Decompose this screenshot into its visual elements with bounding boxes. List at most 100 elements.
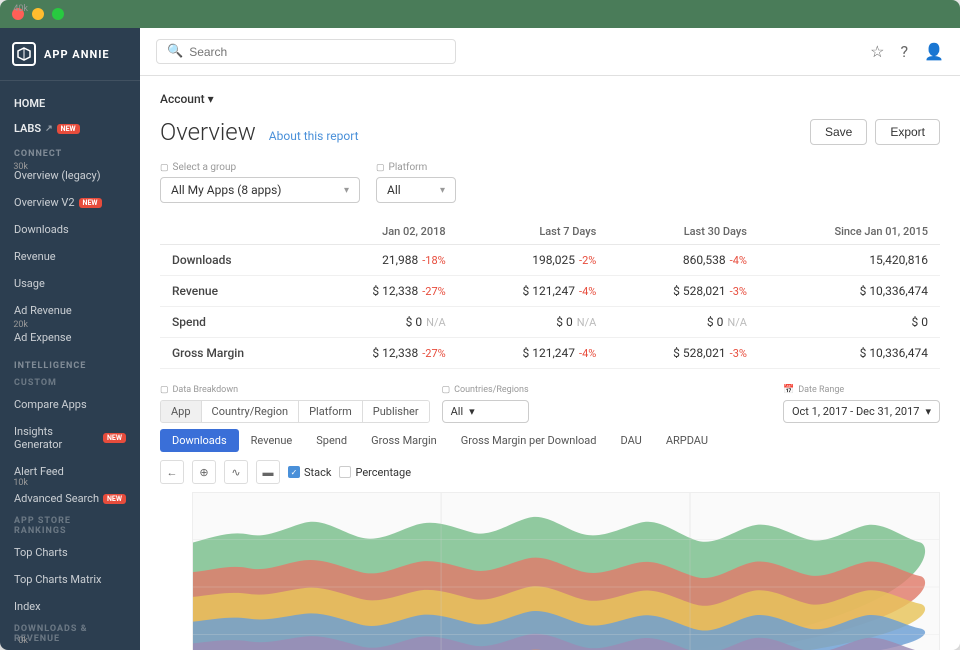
chevron-down-icon-date: ▾ <box>925 405 931 418</box>
search-input[interactable] <box>189 45 445 59</box>
chart-wrapper: 40k 30k 20k 10k 0k <box>160 492 940 650</box>
chevron-down-icon-countries: ▾ <box>469 405 475 418</box>
last30-cell: 860,538-4% <box>608 245 759 276</box>
col-header-last30: Last 30 Days <box>608 219 759 245</box>
metric-cell: Downloads <box>160 245 308 276</box>
last7-cell: $ 121,247-4% <box>458 276 609 307</box>
last30-cell: $ 0N/A <box>608 307 759 338</box>
metric-cell: Spend <box>160 307 308 338</box>
metric-tab-gross-margin[interactable]: Gross Margin <box>359 429 449 452</box>
stats-table: Jan 02, 2018 Last 7 Days Last 30 Days Si… <box>160 219 940 369</box>
star-icon[interactable]: ☆ <box>870 42 884 61</box>
help-icon[interactable]: ? <box>901 42 909 61</box>
content-area: Account ▾ Overview About this report Sav… <box>140 76 960 650</box>
header-actions: Save Export <box>810 119 940 145</box>
stack-checkbox: ✓ <box>288 466 300 478</box>
topbar-icons: ☆ ? 👤 <box>870 42 944 61</box>
group-select[interactable]: All My Apps (8 apps) ▾ <box>160 177 360 203</box>
metric-tab-arpdau[interactable]: ARPDAU <box>654 429 720 452</box>
metric-tabs: DownloadsRevenueSpendGross MarginGross M… <box>160 429 940 452</box>
percentage-checkbox <box>339 466 351 478</box>
table-row: Gross Margin $ 12,338-27% $ 121,247-4% $… <box>160 338 940 369</box>
metric-cell: Revenue <box>160 276 308 307</box>
breakdown-tab-country[interactable]: Country/Region <box>202 401 300 422</box>
percentage-toggle[interactable]: Percentage <box>339 466 411 479</box>
external-icon: ↗ <box>45 124 53 134</box>
account-label: Account ▾ <box>160 92 214 106</box>
breakdown-label: ▢ Data Breakdown <box>160 385 430 395</box>
col-header-jan02: Jan 02, 2018 <box>308 219 458 245</box>
group-filter: ▢ Select a group All My Apps (8 apps) ▾ <box>160 162 360 203</box>
filters-row: ▢ Select a group All My Apps (8 apps) ▾ … <box>160 162 940 203</box>
breakdown-tab-platform[interactable]: Platform <box>299 401 363 422</box>
metric-tab-revenue[interactable]: Revenue <box>239 429 305 452</box>
app-body: APP ANNIE HOME LABS ↗ NEW CONNECT Overvi… <box>0 28 960 650</box>
zoom-out-button[interactable]: ← <box>160 460 184 484</box>
new-badge-v2: NEW <box>79 198 102 208</box>
chart-area: ©2018 App Annie Connect Oct 2017 Nov 201… <box>192 492 940 650</box>
page-title-group: Overview About this report <box>160 118 359 146</box>
zoom-in-button[interactable]: ⊕ <box>192 460 216 484</box>
minimize-button[interactable] <box>32 8 44 20</box>
main-area: 🔍 ☆ ? 👤 Account ▾ <box>140 28 960 650</box>
group-filter-label: ▢ Select a group <box>160 162 360 173</box>
search-box[interactable]: 🔍 <box>156 39 456 64</box>
platform-filter-label: ▢ Platform <box>376 162 456 173</box>
bar-chart-button[interactable]: ▬ <box>256 460 280 484</box>
table-row: Spend $ 0N/A $ 0N/A $ 0N/A $ 0 <box>160 307 940 338</box>
logo-text: APP ANNIE <box>44 48 110 61</box>
countries-label: ▢ Countries/Regions <box>442 385 529 395</box>
countries-section: ▢ Countries/Regions All ▾ <box>442 385 529 423</box>
since-cell: 15,420,816 <box>759 245 940 276</box>
date-range-label: 📅 Date Range <box>783 385 940 395</box>
last30-cell: $ 528,021-3% <box>608 276 759 307</box>
countries-select[interactable]: All ▾ <box>442 400 529 423</box>
chart-tools: ← ⊕ ∿ ▬ ✓ Stack Percentage <box>160 460 940 484</box>
since-cell: $ 10,336,474 <box>759 338 940 369</box>
stack-toggle[interactable]: ✓ Stack <box>288 466 331 479</box>
col-header-last7: Last 7 Days <box>458 219 609 245</box>
titlebar <box>0 0 960 28</box>
metric-tab-spend[interactable]: Spend <box>304 429 359 452</box>
breakdown-section: ▢ Data Breakdown App Country/Region Plat… <box>160 385 430 423</box>
user-icon[interactable]: 👤 <box>924 42 944 61</box>
save-button[interactable]: Save <box>810 119 867 145</box>
last7-cell: $ 121,247-4% <box>458 338 609 369</box>
account-bar[interactable]: Account ▾ <box>160 92 940 106</box>
content-inner: Account ▾ Overview About this report Sav… <box>140 76 960 650</box>
chart-controls-top: ▢ Data Breakdown App Country/Region Plat… <box>160 385 940 423</box>
date-range-section: 📅 Date Range Oct 1, 2017 - Dec 31, 2017 … <box>783 385 940 423</box>
jan02-cell: $ 12,338-27% <box>308 276 458 307</box>
topbar: 🔍 ☆ ? 👤 <box>140 28 960 76</box>
about-report-link[interactable]: About this report <box>269 129 359 143</box>
maximize-button[interactable] <box>52 8 64 20</box>
col-header-metric <box>160 219 308 245</box>
last7-cell: $ 0N/A <box>458 307 609 338</box>
platform-select[interactable]: All ▾ <box>376 177 456 203</box>
metric-tab-downloads[interactable]: Downloads <box>160 429 239 452</box>
metric-tab-dau[interactable]: DAU <box>608 429 653 452</box>
jan02-cell: $ 12,338-27% <box>308 338 458 369</box>
chevron-down-icon-platform: ▾ <box>440 185 445 196</box>
last7-cell: 198,025-2% <box>458 245 609 276</box>
new-badge-insights: NEW <box>103 433 126 443</box>
table-row: Revenue $ 12,338-27% $ 121,247-4% $ 528,… <box>160 276 940 307</box>
date-range-button[interactable]: Oct 1, 2017 - Dec 31, 2017 ▾ <box>783 400 940 423</box>
breakdown-tab-publisher[interactable]: Publisher <box>363 401 429 422</box>
new-badge-adv: NEW <box>103 494 126 504</box>
export-button[interactable]: Export <box>875 119 940 145</box>
jan02-cell: $ 0N/A <box>308 307 458 338</box>
since-cell: $ 10,336,474 <box>759 276 940 307</box>
line-chart-button[interactable]: ∿ <box>224 460 248 484</box>
col-header-since: Since Jan 01, 2015 <box>759 219 940 245</box>
since-cell: $ 0 <box>759 307 940 338</box>
chart-svg <box>193 493 939 650</box>
page-header: Overview About this report Save Export <box>160 118 940 146</box>
breakdown-tabs: App Country/Region Platform Publisher <box>160 400 430 423</box>
chevron-down-icon: ▾ <box>344 185 349 196</box>
new-badge: NEW <box>57 124 80 134</box>
metric-tab-gross-margin-per-download[interactable]: Gross Margin per Download <box>449 429 609 452</box>
platform-filter: ▢ Platform All ▾ <box>376 162 456 203</box>
breakdown-tab-app[interactable]: App <box>161 401 202 422</box>
app-window: APP ANNIE HOME LABS ↗ NEW CONNECT Overvi… <box>0 0 960 650</box>
